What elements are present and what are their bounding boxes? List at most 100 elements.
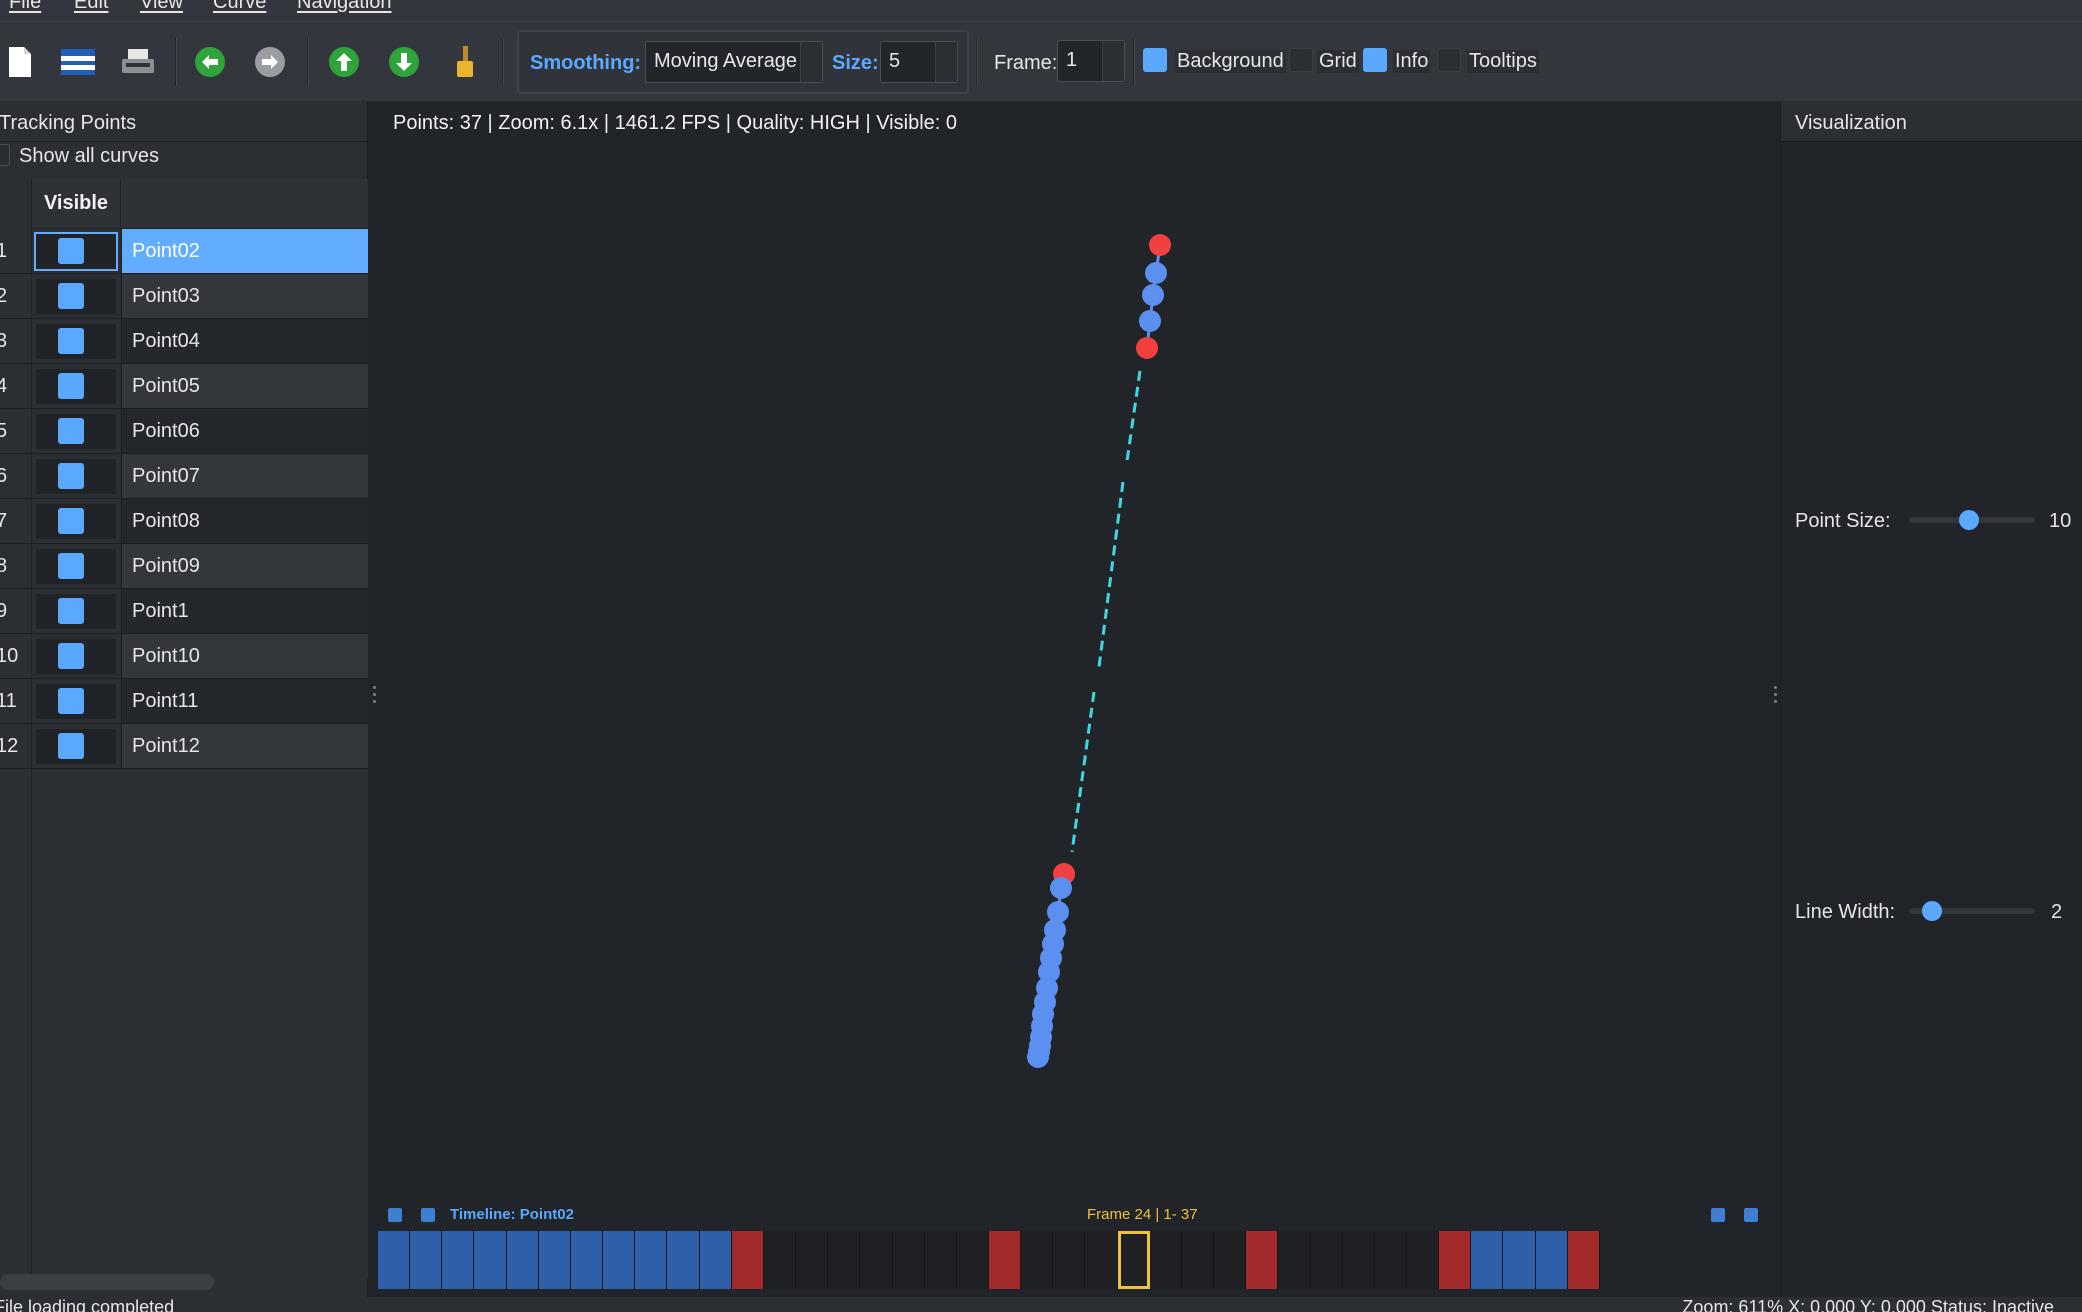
show-all-curves-checkbox[interactable]: Show all curves bbox=[0, 142, 368, 172]
info-label[interactable]: Info bbox=[1393, 50, 1431, 73]
visible-checkbox[interactable] bbox=[58, 328, 84, 354]
curve-point[interactable] bbox=[1027, 1046, 1049, 1068]
curve-plot[interactable] bbox=[369, 102, 1780, 1202]
timeline-frame-cell[interactable] bbox=[1021, 1231, 1054, 1289]
timeline-frame-cell[interactable] bbox=[1085, 1231, 1118, 1289]
redo-button[interactable] bbox=[250, 42, 290, 82]
timeline-frame-cell[interactable] bbox=[1246, 1231, 1279, 1289]
visible-toggle[interactable] bbox=[36, 414, 116, 449]
timeline-prev-button[interactable] bbox=[421, 1208, 435, 1222]
timeline-frame-cell[interactable] bbox=[699, 1231, 732, 1289]
menu-view[interactable]: View bbox=[140, 0, 183, 14]
timeline-frame-cell[interactable] bbox=[1149, 1231, 1182, 1289]
table-row[interactable]: 6 Point07 bbox=[0, 454, 368, 499]
timeline-frame-cell[interactable] bbox=[603, 1231, 636, 1289]
visible-checkbox[interactable] bbox=[58, 238, 84, 264]
timeline-frame-cell[interactable] bbox=[667, 1231, 700, 1289]
undo-button[interactable] bbox=[190, 42, 230, 82]
visible-checkbox[interactable] bbox=[58, 598, 84, 624]
background-label[interactable]: Background bbox=[1175, 50, 1286, 73]
curve-endpoint[interactable] bbox=[1136, 337, 1158, 359]
point-name-cell[interactable]: Point04 bbox=[121, 319, 368, 363]
timeline-frame-cell[interactable] bbox=[410, 1231, 443, 1289]
grid-label[interactable]: Grid bbox=[1317, 50, 1359, 73]
visible-toggle[interactable] bbox=[36, 504, 116, 539]
timeline-frame-cell[interactable] bbox=[1214, 1231, 1247, 1289]
point-name-cell[interactable]: Point07 bbox=[121, 454, 368, 498]
timeline-frame-cell[interactable] bbox=[763, 1231, 797, 1289]
point-name-cell[interactable]: Point05 bbox=[121, 364, 368, 408]
timeline-current-frame[interactable] bbox=[1117, 1231, 1150, 1289]
menu-navigation[interactable]: Navigation bbox=[297, 0, 392, 14]
timeline-frame-cell[interactable] bbox=[1471, 1231, 1504, 1289]
timeline-frame-cell[interactable] bbox=[731, 1231, 764, 1289]
point-name-cell[interactable]: Point11 bbox=[121, 679, 368, 723]
timeline-frame-cell[interactable] bbox=[635, 1231, 668, 1289]
table-row[interactable]: 4 Point05 bbox=[0, 364, 368, 409]
brush-button[interactable] bbox=[445, 42, 485, 82]
point-name-cell[interactable]: Point08 bbox=[121, 499, 368, 543]
timeline-frame-cell[interactable] bbox=[1053, 1231, 1086, 1289]
timeline-frame-cell[interactable] bbox=[988, 1231, 1022, 1289]
curve-point[interactable] bbox=[1145, 262, 1167, 284]
visible-toggle[interactable] bbox=[34, 232, 118, 271]
table-row[interactable]: 10 Point10 bbox=[0, 634, 368, 679]
table-row[interactable]: 9 Point1 bbox=[0, 589, 368, 634]
point-size-slider-handle[interactable] bbox=[1959, 510, 1979, 530]
visible-toggle[interactable] bbox=[36, 459, 116, 494]
visible-toggle[interactable] bbox=[36, 549, 116, 584]
point-name-cell[interactable]: Point09 bbox=[121, 544, 368, 588]
timeline-frame-cell[interactable] bbox=[1310, 1231, 1343, 1289]
timeline-frame-cell[interactable] bbox=[796, 1231, 829, 1289]
column-header-visible[interactable]: Visible bbox=[32, 179, 121, 229]
timeline-frame-cell[interactable] bbox=[1374, 1231, 1407, 1289]
curve-point[interactable] bbox=[1050, 877, 1072, 899]
timeline-last-button[interactable] bbox=[1744, 1208, 1758, 1222]
grid-checkbox[interactable] bbox=[1289, 48, 1313, 72]
visible-toggle[interactable] bbox=[36, 684, 116, 719]
tooltips-checkbox[interactable] bbox=[1437, 48, 1461, 72]
size-spinbox[interactable]: 5 bbox=[880, 41, 958, 83]
point-name-cell[interactable]: Point02 bbox=[121, 229, 368, 273]
timeline-frame-cell[interactable] bbox=[1535, 1231, 1568, 1289]
smoothing-combo[interactable]: Moving Average bbox=[645, 41, 823, 83]
tooltips-label[interactable]: Tooltips bbox=[1467, 50, 1539, 73]
visible-toggle[interactable] bbox=[36, 729, 116, 764]
timeline-frame-cell[interactable] bbox=[538, 1231, 571, 1289]
timeline-frame-cell[interactable] bbox=[924, 1231, 957, 1289]
point-name-cell[interactable]: Point1 bbox=[121, 589, 368, 633]
timeline-frame-cell[interactable] bbox=[1503, 1231, 1536, 1289]
visible-checkbox[interactable] bbox=[58, 688, 84, 714]
timeline-frame-cell[interactable] bbox=[570, 1231, 604, 1289]
visible-checkbox[interactable] bbox=[58, 508, 84, 534]
timeline-frame-cell[interactable] bbox=[1181, 1231, 1215, 1289]
point-name-cell[interactable]: Point06 bbox=[121, 409, 368, 453]
visible-toggle[interactable] bbox=[36, 369, 116, 404]
timeline-strip[interactable] bbox=[378, 1231, 1600, 1289]
menu-curve[interactable]: Curve bbox=[213, 0, 266, 14]
horizontal-scrollbar[interactable] bbox=[0, 1274, 214, 1290]
point-name-cell[interactable]: Point03 bbox=[121, 274, 368, 318]
timeline-frame-cell[interactable] bbox=[442, 1231, 475, 1289]
line-width-slider-handle[interactable] bbox=[1922, 901, 1942, 921]
visible-checkbox[interactable] bbox=[58, 553, 84, 579]
curve-point[interactable] bbox=[1142, 284, 1164, 306]
open-file-button[interactable] bbox=[58, 42, 98, 82]
timeline-frame-cell[interactable] bbox=[1407, 1231, 1440, 1289]
timeline-frame-cell[interactable] bbox=[1342, 1231, 1375, 1289]
curve-point[interactable] bbox=[1139, 310, 1161, 332]
table-row[interactable]: 7 Point08 bbox=[0, 499, 368, 544]
visible-toggle[interactable] bbox=[36, 324, 116, 359]
curve-view-canvas[interactable]: Points: 37 | Zoom: 6.1x | 1461.2 FPS | Q… bbox=[369, 102, 1780, 1297]
timeline-frame-cell[interactable] bbox=[378, 1231, 411, 1289]
visible-toggle[interactable] bbox=[36, 594, 116, 629]
timeline-frame-cell[interactable] bbox=[474, 1231, 507, 1289]
checkbox-box[interactable] bbox=[0, 144, 10, 166]
curve-endpoint[interactable] bbox=[1149, 234, 1171, 256]
point-name-cell[interactable]: Point12 bbox=[121, 724, 368, 768]
timeline-first-button[interactable] bbox=[388, 1208, 402, 1222]
menu-edit[interactable]: Edit bbox=[74, 0, 108, 14]
timeline-frame-cell[interactable] bbox=[956, 1231, 989, 1289]
visible-checkbox[interactable] bbox=[58, 283, 84, 309]
visible-checkbox[interactable] bbox=[58, 418, 84, 444]
